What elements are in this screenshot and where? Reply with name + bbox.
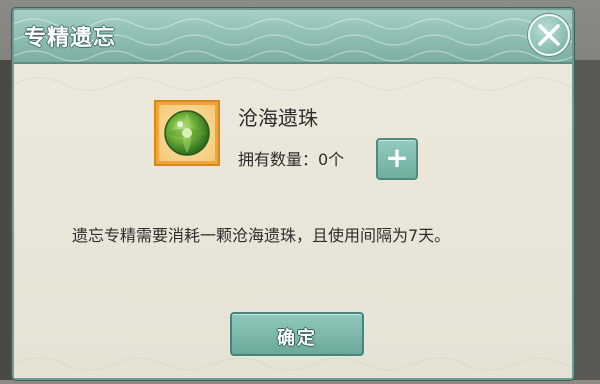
item-slot-background xyxy=(159,105,215,161)
description-text: 遗忘专精需要消耗一颗沧海遗珠，且使用间隔为7天。 xyxy=(72,226,451,245)
background-panel-right xyxy=(572,60,600,380)
forget-specialty-dialog: 专精遗忘 沧海遗珠 拥有数量：0个 + 遗忘专精需要消耗一颗沧海遗珠，且使用间隔… xyxy=(12,8,574,380)
close-icon xyxy=(538,24,560,46)
dialog-title-bar: 专精遗忘 xyxy=(14,10,572,64)
dialog-content: 沧海遗珠 拥有数量：0个 + 遗忘专精需要消耗一颗沧海遗珠，且使用间隔为7天。 … xyxy=(14,64,572,378)
item-slot[interactable] xyxy=(154,100,220,166)
plus-icon: + xyxy=(385,141,409,174)
confirm-button-label: 确定 xyxy=(277,328,317,349)
dialog-title: 专精遗忘 xyxy=(24,26,117,51)
confirm-button[interactable]: 确定 xyxy=(230,312,364,356)
close-button[interactable] xyxy=(528,14,570,56)
green-pearl-icon xyxy=(164,110,210,156)
add-item-button[interactable]: + xyxy=(376,138,418,180)
owned-quantity-label: 拥有数量：0个 xyxy=(238,150,345,169)
item-name: 沧海遗珠 xyxy=(238,106,318,130)
